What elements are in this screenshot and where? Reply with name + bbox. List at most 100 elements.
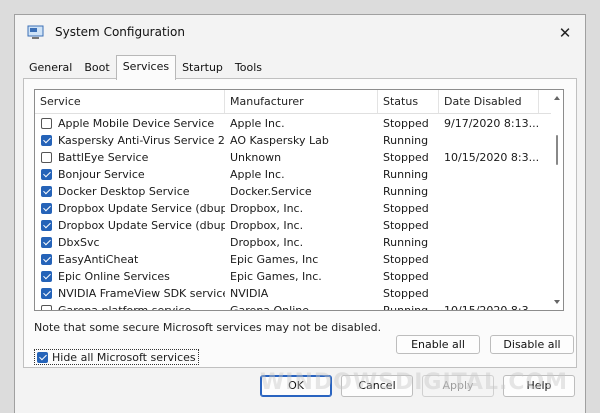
- date-disabled-cell: 10/15/2020 8:3...: [444, 304, 539, 311]
- status-cell: Stopped: [383, 117, 429, 130]
- service-cell: Garena platform service: [35, 304, 225, 311]
- status-cell: Running: [383, 168, 429, 181]
- status-cell: Stopped: [383, 219, 429, 232]
- tab-general[interactable]: General: [23, 57, 78, 79]
- service-cell: Docker Desktop Service: [35, 185, 225, 198]
- enable-all-button[interactable]: Enable all: [396, 335, 480, 354]
- header-status[interactable]: Status: [378, 90, 439, 113]
- service-cell: EasyAntiCheat: [35, 253, 225, 266]
- header-date-disabled[interactable]: Date Disabled: [439, 90, 539, 113]
- status-cell: Stopped: [383, 202, 429, 215]
- secure-services-note: Note that some secure Microsoft services…: [34, 321, 382, 334]
- service-checkbox[interactable]: [41, 305, 52, 310]
- cancel-button[interactable]: Cancel: [341, 375, 413, 397]
- disable-all-button[interactable]: Disable all: [490, 335, 574, 354]
- tab-services[interactable]: Services: [115, 55, 177, 80]
- header-manufacturer[interactable]: Manufacturer: [225, 90, 378, 113]
- service-name: DbxSvc: [58, 236, 100, 249]
- manufacturer-cell: Epic Games, Inc.: [230, 270, 322, 283]
- service-cell: Kaspersky Anti-Virus Service 21.3: [35, 134, 225, 147]
- table-row[interactable]: Bonjour Service Apple Inc. Running: [35, 166, 553, 183]
- tab-strip: General Boot Services Startup Tools: [23, 55, 268, 80]
- status-cell: Stopped: [383, 270, 429, 283]
- table-row[interactable]: Epic Online Services Epic Games, Inc. Stop…: [35, 268, 553, 285]
- table-row[interactable]: Kaspersky Anti-Virus Service 21.3 AO Kasp…: [35, 132, 553, 149]
- service-checkbox[interactable]: [41, 271, 52, 282]
- hide-microsoft-label: Hide all Microsoft services: [52, 350, 196, 364]
- service-checkbox[interactable]: [41, 118, 52, 129]
- service-cell: Dropbox Update Service (dbupd...: [35, 219, 225, 232]
- service-checkbox[interactable]: [41, 169, 52, 180]
- service-checkbox[interactable]: [41, 203, 52, 214]
- service-cell: Apple Mobile Device Service: [35, 117, 225, 130]
- apply-button: Apply: [422, 375, 494, 397]
- services-panel: Service Manufacturer Status Date Disable…: [23, 78, 577, 368]
- service-checkbox[interactable]: [41, 135, 52, 146]
- service-checkbox[interactable]: [41, 186, 52, 197]
- window-title: System Configuration: [55, 25, 185, 39]
- help-button[interactable]: Help: [503, 375, 575, 397]
- enable-all-label: Enable all: [411, 338, 465, 351]
- status-cell: Running: [383, 134, 429, 147]
- tab-startup[interactable]: Startup: [176, 57, 229, 79]
- manufacturer-cell: Garena Online: [230, 304, 310, 311]
- service-cell: NVIDIA FrameView SDK service: [35, 287, 225, 300]
- hide-microsoft-services-checkbox[interactable]: Hide all Microsoft services: [34, 349, 199, 365]
- service-name: Garena platform service: [58, 304, 192, 311]
- table-row[interactable]: EasyAntiCheat Epic Games, Inc Stopped: [35, 251, 553, 268]
- scroll-thumb[interactable]: [556, 135, 558, 165]
- service-name: Epic Online Services: [58, 270, 170, 283]
- manufacturer-cell: Apple Inc.: [230, 168, 285, 181]
- service-checkbox[interactable]: [41, 220, 52, 231]
- table-row[interactable]: BattlEye Service Unknown Stopped 10/15/2020…: [35, 149, 553, 166]
- service-cell: BattlEye Service: [35, 151, 225, 164]
- status-cell: Stopped: [383, 287, 429, 300]
- tab-tools[interactable]: Tools: [229, 57, 268, 79]
- service-checkbox[interactable]: [41, 288, 52, 299]
- status-cell: Stopped: [383, 151, 429, 164]
- header-service[interactable]: Service: [35, 90, 225, 113]
- scroll-up-icon[interactable]: [554, 96, 560, 100]
- service-cell: Epic Online Services: [35, 270, 225, 283]
- service-name: BattlEye Service: [58, 151, 149, 164]
- table-row[interactable]: DbxSvc Dropbox, Inc. Running: [35, 234, 553, 251]
- service-cell: DbxSvc: [35, 236, 225, 249]
- status-cell: Running: [383, 304, 429, 311]
- table-row[interactable]: Dropbox Update Service (dbupd... Dropbox,…: [35, 217, 553, 234]
- manufacturer-cell: Unknown: [230, 151, 282, 164]
- table-row[interactable]: NVIDIA FrameView SDK service NVIDIA Stoppe…: [35, 285, 553, 302]
- service-name: Dropbox Update Service (dbupd...: [58, 219, 225, 232]
- service-name: Apple Mobile Device Service: [58, 117, 215, 130]
- title-bar[interactable]: System Configuration ✕: [15, 15, 585, 51]
- services-list[interactable]: Service Manufacturer Status Date Disable…: [34, 89, 564, 311]
- system-configuration-window: System Configuration ✕ General Boot Serv…: [14, 14, 586, 413]
- status-cell: Running: [383, 236, 429, 249]
- manufacturer-cell: Dropbox, Inc.: [230, 236, 304, 249]
- hide-microsoft-checkbox-box[interactable]: [37, 351, 48, 363]
- close-icon[interactable]: ✕: [545, 15, 585, 51]
- manufacturer-cell: Epic Games, Inc: [230, 253, 319, 266]
- ok-button[interactable]: OK: [260, 375, 332, 397]
- list-header: Service Manufacturer Status Date Disable…: [35, 90, 553, 114]
- vertical-scrollbar[interactable]: [551, 90, 563, 310]
- service-checkbox[interactable]: [41, 237, 52, 248]
- table-row[interactable]: Apple Mobile Device Service Apple Inc. Sto…: [35, 115, 553, 132]
- service-name: EasyAntiCheat: [58, 253, 139, 266]
- service-name: NVIDIA FrameView SDK service: [58, 287, 225, 300]
- service-cell: Bonjour Service: [35, 168, 225, 181]
- table-row[interactable]: Garena platform service Garena Online Runn…: [35, 302, 553, 311]
- service-name: Kaspersky Anti-Virus Service 21.3: [58, 134, 225, 147]
- manufacturer-cell: Dropbox, Inc.: [230, 202, 304, 215]
- service-name: Dropbox Update Service (dbupd...: [58, 202, 225, 215]
- status-cell: Stopped: [383, 253, 429, 266]
- date-disabled-cell: 10/15/2020 8:3...: [444, 151, 539, 164]
- table-row[interactable]: Docker Desktop Service Docker.Service Runn…: [35, 183, 553, 200]
- service-checkbox[interactable]: [41, 152, 52, 163]
- service-checkbox[interactable]: [41, 254, 52, 265]
- system-configuration-icon: [27, 25, 44, 39]
- disable-all-label: Disable all: [503, 338, 561, 351]
- scroll-down-icon[interactable]: [554, 300, 560, 304]
- tab-boot[interactable]: Boot: [78, 57, 115, 79]
- service-name: Docker Desktop Service: [58, 185, 190, 198]
- table-row[interactable]: Dropbox Update Service (dbupd... Dropbox,…: [35, 200, 553, 217]
